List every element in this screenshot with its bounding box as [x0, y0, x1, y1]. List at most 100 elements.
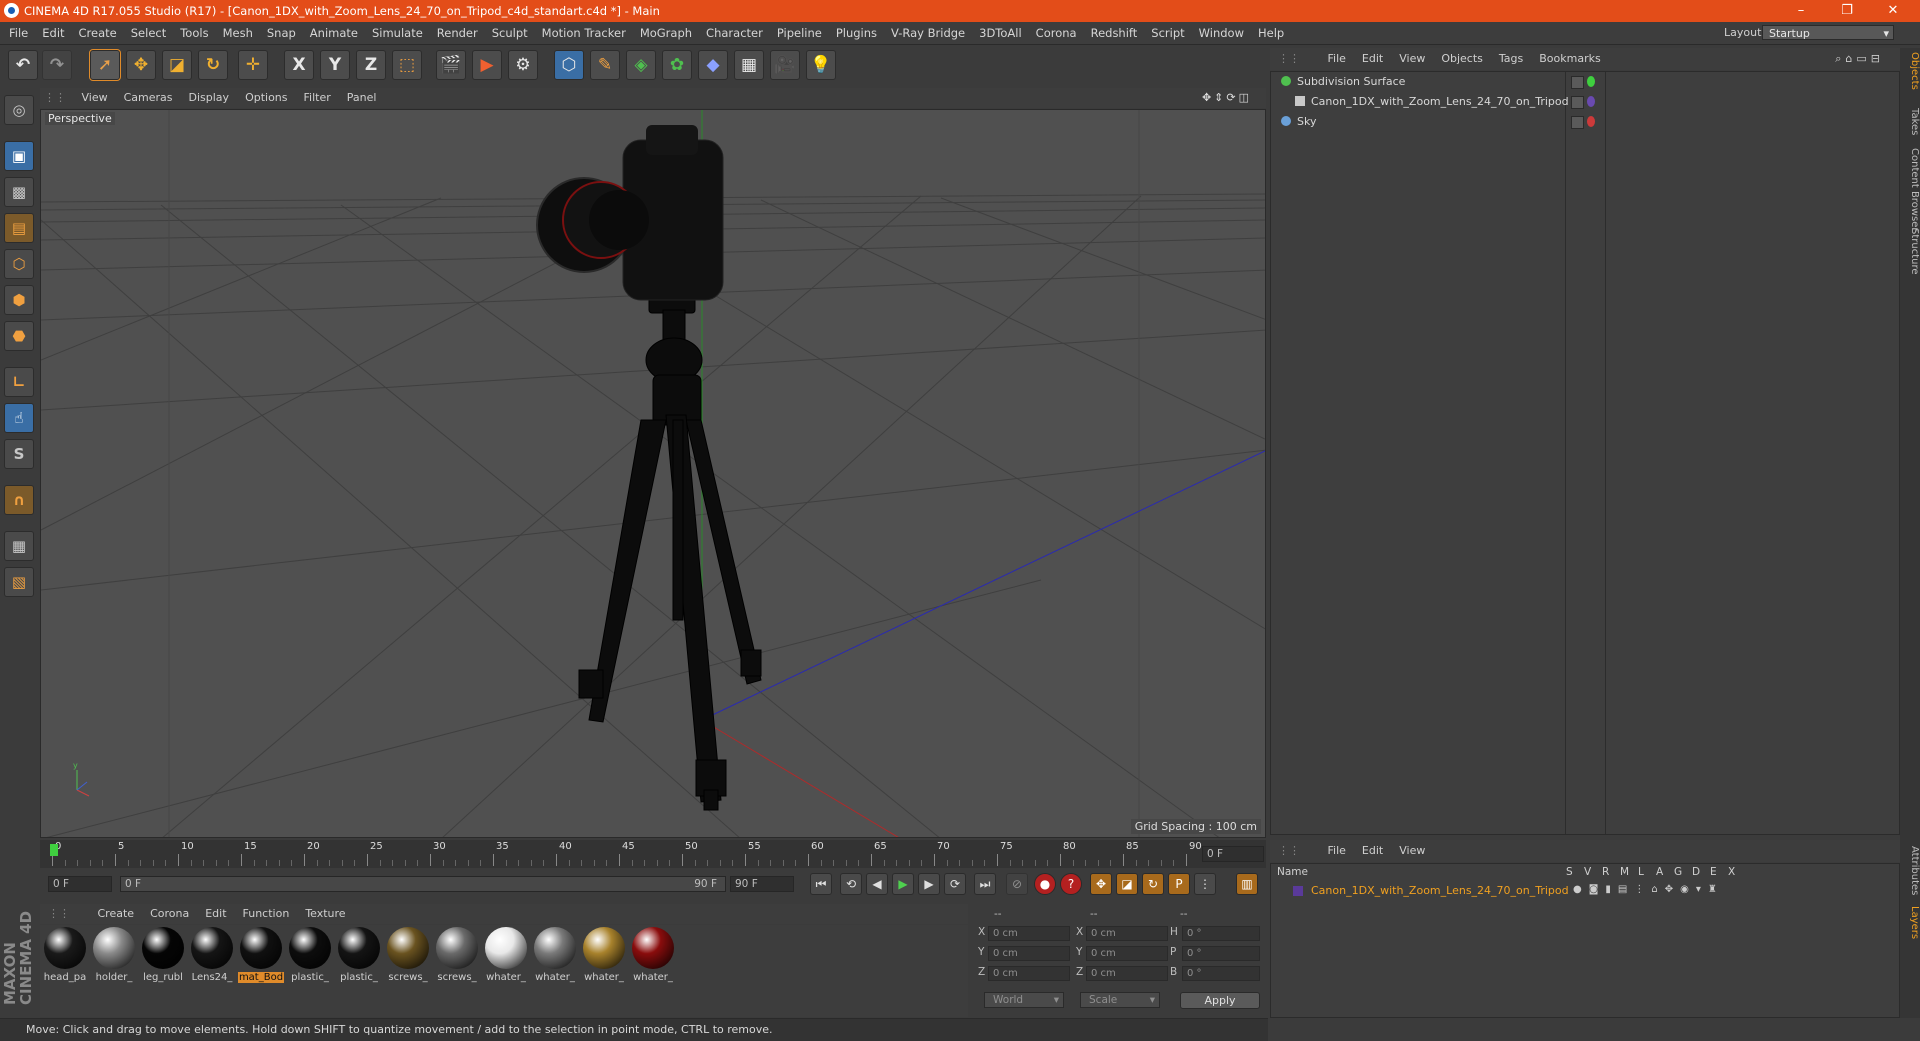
- position-field[interactable]: 0 cm: [988, 946, 1070, 961]
- viewport-nav-icons[interactable]: ✥⇕⟳◫: [1194, 88, 1260, 108]
- menu-pipeline[interactable]: Pipeline: [770, 22, 829, 44]
- object-menu-bookmarks[interactable]: Bookmarks: [1531, 48, 1608, 70]
- layer-column-header[interactable]: D: [1692, 866, 1700, 878]
- viewport-menu-cameras[interactable]: Cameras: [116, 88, 181, 108]
- workplane-lock-button[interactable]: ▦: [4, 531, 34, 561]
- select-tool-button[interactable]: ➚: [89, 49, 121, 81]
- perspective-viewport[interactable]: y Perspective Grid Spacing : 100 cm: [40, 109, 1266, 838]
- frame-range-slider[interactable]: 0 F 90 F: [120, 876, 726, 892]
- layer-column-header[interactable]: Name: [1277, 866, 1308, 878]
- object-menu-view[interactable]: View: [1391, 48, 1433, 70]
- autokeying-button[interactable]: ?: [1060, 873, 1082, 895]
- viewport-menu-panel[interactable]: Panel: [339, 88, 385, 108]
- layer-column-header[interactable]: L: [1638, 866, 1644, 878]
- apply-button[interactable]: Apply: [1180, 992, 1260, 1009]
- menu-3dtoall[interactable]: 3DToAll: [972, 22, 1029, 44]
- layout-select[interactable]: Startup ▾: [1762, 25, 1894, 40]
- visibility-toggle[interactable]: [1571, 116, 1584, 129]
- x-axis-lock-button[interactable]: X: [284, 50, 314, 80]
- rotate-tool-button[interactable]: ↻: [198, 50, 228, 80]
- layer-column-header[interactable]: X: [1728, 866, 1735, 878]
- material-swatch[interactable]: mat_Bod: [238, 927, 284, 985]
- go-to-end-button[interactable]: ⏭: [974, 873, 996, 895]
- viewport-menu-view[interactable]: View: [74, 88, 116, 108]
- previous-frame-button[interactable]: ◀: [866, 873, 888, 895]
- next-key-button[interactable]: ⟳: [944, 873, 966, 895]
- cube-primitive-button[interactable]: ⬡: [554, 50, 584, 80]
- menu-create[interactable]: Create: [72, 22, 124, 44]
- right-tab-attributes[interactable]: Attributes: [1900, 846, 1920, 895]
- object-row[interactable]: Subdivision Surface: [1271, 72, 1899, 91]
- menu-tools[interactable]: Tools: [173, 22, 215, 44]
- key-parameter-button[interactable]: P: [1168, 873, 1190, 895]
- menu-mesh[interactable]: Mesh: [216, 22, 260, 44]
- viewport-menu-options[interactable]: Options: [237, 88, 295, 108]
- redo-button[interactable]: ↷: [42, 50, 72, 80]
- next-frame-button[interactable]: ▶: [918, 873, 940, 895]
- material-swatch[interactable]: leg_rubl: [140, 927, 186, 985]
- material-swatch[interactable]: whater_: [630, 927, 676, 985]
- coordinate-system-button[interactable]: ⬚: [392, 50, 422, 80]
- play-button[interactable]: ▶: [892, 873, 914, 895]
- layer-menu-edit[interactable]: Edit: [1354, 840, 1391, 862]
- object-row[interactable]: Sky: [1271, 112, 1899, 131]
- visibility-toggle[interactable]: [1571, 76, 1584, 89]
- menu-render[interactable]: Render: [430, 22, 485, 44]
- layer-color-swatch[interactable]: [1293, 886, 1303, 896]
- key-rotation-button[interactable]: ↻: [1142, 873, 1164, 895]
- workplane-align-button[interactable]: ▧: [4, 567, 34, 597]
- menu-snap[interactable]: Snap: [260, 22, 303, 44]
- layer-column-header[interactable]: E: [1710, 866, 1717, 878]
- material-swatch[interactable]: whater_: [532, 927, 578, 985]
- light-button[interactable]: 💡: [806, 50, 836, 80]
- key-point-level-button[interactable]: ⋮: [1194, 873, 1216, 895]
- solo-button[interactable]: S: [4, 439, 34, 469]
- model-mode-button[interactable]: ▣: [4, 141, 34, 171]
- menu-animate[interactable]: Animate: [303, 22, 365, 44]
- right-tab-takes[interactable]: Takes: [1900, 108, 1920, 135]
- viewport-menu-filter[interactable]: Filter: [296, 88, 339, 108]
- object-menu-edit[interactable]: Edit: [1354, 48, 1391, 70]
- timeline-layout-button[interactable]: ▥: [1236, 873, 1258, 895]
- playhead-marker[interactable]: [50, 844, 58, 856]
- cloner-button[interactable]: ✿: [662, 50, 692, 80]
- object-menu-file[interactable]: File: [1320, 48, 1354, 70]
- material-swatch[interactable]: Lens24_: [189, 927, 235, 985]
- pen-spline-button[interactable]: ✎: [590, 50, 620, 80]
- status-check-icon[interactable]: [1587, 76, 1595, 87]
- layer-toggle-icons[interactable]: ●◙▮▤⋮⌂✥◉▾♜: [1573, 884, 1724, 895]
- menu-character[interactable]: Character: [699, 22, 770, 44]
- menu-window[interactable]: Window: [1192, 22, 1251, 44]
- object-menu-tags[interactable]: Tags: [1491, 48, 1531, 70]
- z-axis-lock-button[interactable]: Z: [356, 50, 386, 80]
- material-swatch[interactable]: screws_: [434, 927, 480, 985]
- end-frame-field[interactable]: 90 F: [730, 876, 794, 892]
- key-position-button[interactable]: ✥: [1090, 873, 1112, 895]
- material-menu-texture[interactable]: Texture: [297, 904, 353, 924]
- layer-column-header[interactable]: A: [1656, 866, 1663, 878]
- viewport-menu-display[interactable]: Display: [181, 88, 238, 108]
- make-editable-button[interactable]: ◎: [4, 95, 34, 125]
- record-active-objects-button[interactable]: ●: [1034, 873, 1056, 895]
- material-swatch[interactable]: plastic_: [287, 927, 333, 985]
- snap-magnet-button[interactable]: ∩: [4, 485, 34, 515]
- layer-column-header[interactable]: M: [1620, 866, 1629, 878]
- viewport-label[interactable]: Perspective: [45, 112, 115, 125]
- material-swatch[interactable]: whater_: [581, 927, 627, 985]
- material-menu-create[interactable]: Create: [90, 904, 143, 924]
- rotation-field[interactable]: 0 °: [1182, 926, 1260, 941]
- move-tool-button[interactable]: ✥: [126, 50, 156, 80]
- size-mode-select[interactable]: Scale ▾: [1080, 992, 1160, 1008]
- go-to-start-button[interactable]: ⏮: [810, 873, 832, 895]
- right-tab-content-browser[interactable]: Content Browser: [1900, 148, 1920, 231]
- coordinate-mode-select[interactable]: World ▾: [984, 992, 1064, 1008]
- menu-edit[interactable]: Edit: [35, 22, 71, 44]
- points-mode-button[interactable]: ⬡: [4, 249, 34, 279]
- material-menu-function[interactable]: Function: [235, 904, 298, 924]
- menu-sculpt[interactable]: Sculpt: [485, 22, 535, 44]
- object-menu-objects[interactable]: Objects: [1433, 48, 1491, 70]
- material-swatch[interactable]: head_pa: [42, 927, 88, 985]
- render-picture-viewer-button[interactable]: ▶: [472, 50, 502, 80]
- layer-name[interactable]: Canon_1DX_with_Zoom_Lens_24_70_on_Tripod: [1311, 884, 1569, 897]
- y-axis-lock-button[interactable]: Y: [320, 50, 350, 80]
